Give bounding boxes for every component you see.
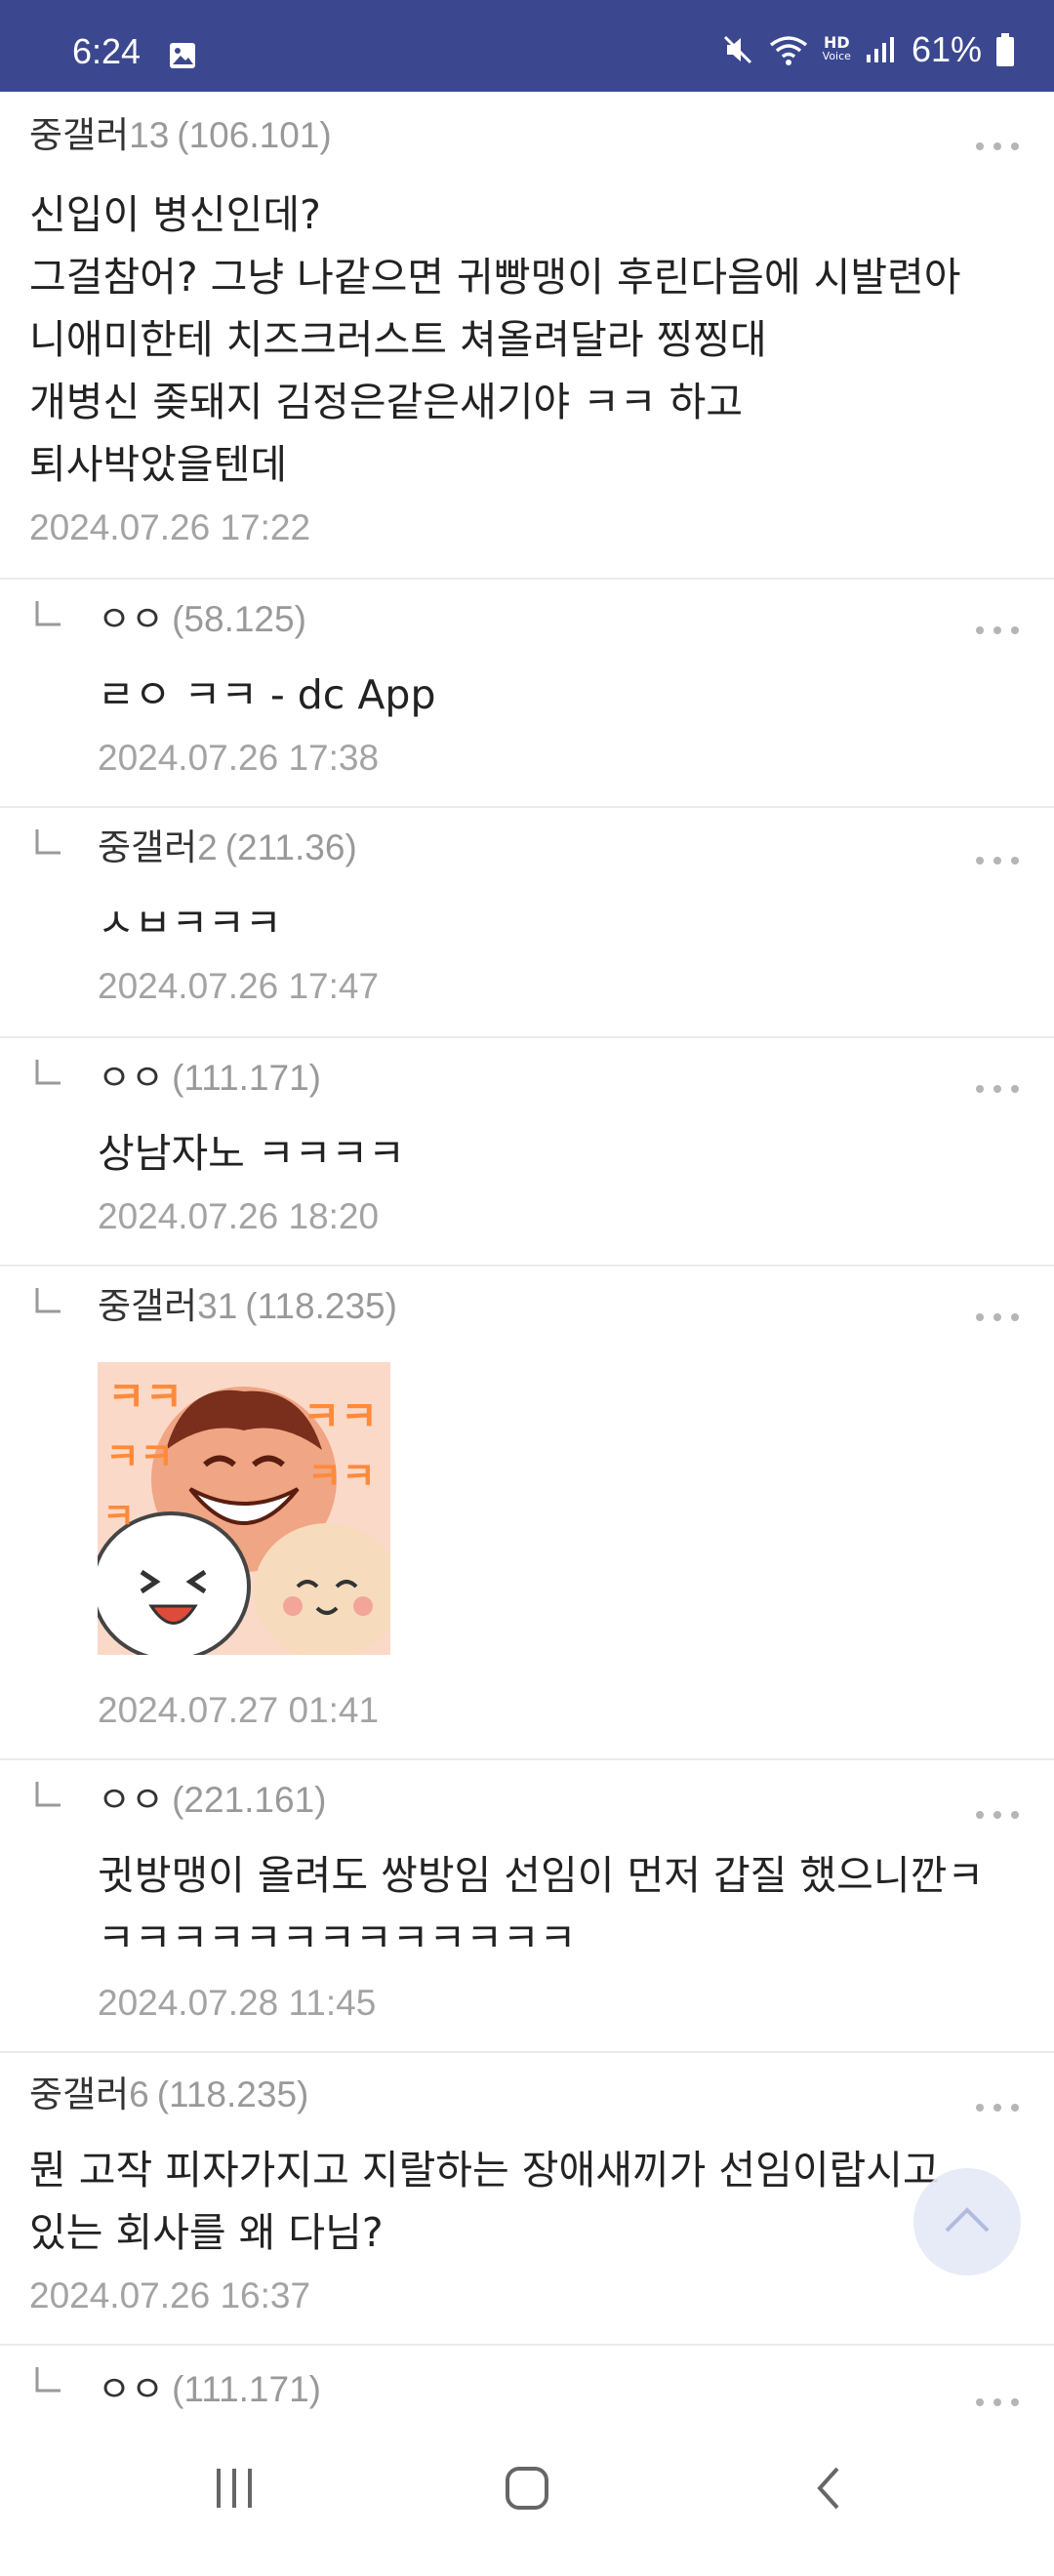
comment-meta: ㅇㅇ (111.171) [98,2367,321,2412]
laughing-emoticon-image[interactable]: ㅋㅋ ㅋㅋ ㅋ ㅋㅋ ㅋㅋ [98,1362,390,1655]
comment-date: 2024.07.26 16:37 [29,2275,311,2315]
more-options-icon[interactable] [974,2102,1021,2113]
wifi-icon [769,36,807,65]
more-options-icon[interactable] [974,141,1021,152]
more-options-icon[interactable] [974,1311,1021,1323]
comment-nick[interactable]: ㅇㅇ [98,599,164,639]
comment-meta: ㅇㅇ (111.171) [98,1056,321,1101]
comment-date: 2024.07.27 01:41 [98,1690,380,1730]
battery-icon [996,33,1014,66]
reply-item: ㅇㅇ (111.171) 상남자노 ㅋㅋㅋㅋ 2024.07.26 18:20 [0,1036,1054,1267]
comment-ip: (58.125) [172,599,306,639]
comment-date: 2024.07.26 17:22 [29,507,311,547]
comment-meta: 중갤러31 (118.235) [98,1284,397,1329]
comment-body: 뭔 고작 피자가지고 지랄하는 장애새끼가 선임이랍시고 있는 회사를 왜 다님… [29,2147,940,2256]
comment-item: 중갤러6 (118.235) 뭔 고작 피자가지고 지랄하는 장애새끼가 선임이랍… [0,2051,1054,2346]
comment-ip: (111.171) [172,1058,321,1098]
comment-nick-num: 6 [129,2074,149,2114]
reply-item: ㅇㅇ (221.161) 귓방맹이 올려도 쌍방임 선임이 먼저 갑질 했으니깐ㅋ… [0,1758,1054,2053]
reply-item: 중갤러31 (118.235) ㅋㅋ ㅋㅋ ㅋ ㅋㅋ ㅋㅋ 2024.07.27 … [0,1265,1054,1760]
mute-icon [723,35,751,64]
comment-meta: 중갤러13 (106.101) [29,113,332,158]
comment-date: 2024.07.26 17:47 [98,966,380,1006]
more-options-icon[interactable] [974,624,1021,636]
svg-text:ㅋㅋ: ㅋㅋ [307,1455,376,1498]
comment-nick[interactable]: ㅇㅇ [98,1058,164,1098]
comment-body: 상남자노 ㅋㅋㅋㅋ [98,1130,405,1177]
comment-date: 2024.07.26 17:38 [98,738,380,778]
home-icon[interactable] [504,2465,550,2512]
scroll-to-top-button[interactable] [913,2168,1021,2275]
reply-item: 중갤러2 (211.36) ㅅㅂㅋㅋㅋ 2024.07.26 17:47 [0,806,1054,1038]
comment-nick[interactable]: 중갤러 [29,115,129,155]
comment-nick[interactable]: 중갤러 [29,2074,129,2114]
comment-ip: (111.171) [172,2369,321,2409]
status-time: 6:24 [72,31,142,71]
svg-text:ㅋ: ㅋ [102,1497,135,1537]
comment-body: 신입이 병신인데? 그걸참어? 그냥 나같으면 귀빵맹이 후린다음에 시발련아 … [29,191,961,488]
comment-nick-num: 31 [197,1286,238,1326]
more-options-icon[interactable] [974,2396,1021,2408]
reply-item: ㅇㅇ (111.171) [0,2344,1054,2420]
voice-label: Voice [822,50,851,62]
battery-percent: 61% [911,29,982,69]
hd-label: HD [823,33,850,52]
comment-meta: ㅇㅇ (221.161) [98,1778,326,1823]
comment-nick[interactable]: 중갤러 [98,827,197,867]
comment-ip: (106.101) [177,115,332,155]
comment-body: 귓방맹이 올려도 쌍방임 선임이 먼저 갑질 했으니깐ㅋ ㅋㅋㅋㅋㅋㅋㅋㅋㅋㅋㅋ… [98,1852,985,1961]
hd-voice-icon: HD Voice [822,33,851,63]
more-options-icon[interactable] [974,1083,1021,1095]
reply-arrow-icon [35,829,61,855]
more-options-icon[interactable] [974,855,1021,866]
reply-arrow-icon [35,1782,61,1807]
reply-arrow-icon [35,2367,61,2393]
reply-item: ㅇㅇ (58.125) ㄹㅇ ㅋㅋ - dc App 2024.07.26 17:… [0,578,1054,808]
reply-arrow-icon [35,1288,61,1313]
status-bar: 6:24 HD Voice 61% [0,0,1054,92]
status-icons: HD Voice 61% [721,29,1015,70]
back-icon[interactable] [806,2465,853,2512]
comment-nick[interactable]: 중갤러 [98,1286,197,1326]
comment-ip: (221.161) [172,1780,327,1820]
comment-ip: (211.36) [224,827,357,867]
comment-meta: 중갤러6 (118.235) [29,2073,308,2117]
comment-nick[interactable]: ㅇㅇ [98,2369,164,2409]
comment-nick[interactable]: ㅇㅇ [98,1780,164,1820]
comment-date: 2024.07.28 11:45 [98,1983,377,2023]
reply-arrow-icon [35,601,61,626]
gallery-icon [170,43,195,68]
svg-text:ㅋㅋ: ㅋㅋ [105,1435,174,1478]
comment-nick-num: 13 [129,115,170,155]
system-nav-bar [0,2420,1054,2576]
comment-meta: 중갤러2 (211.36) [98,825,357,870]
comment-ip: (118.235) [156,2074,309,2114]
chevron-up-icon [945,2207,990,2233]
svg-text:ㅋㅋ: ㅋㅋ [107,1373,182,1421]
svg-text:ㅋㅋ: ㅋㅋ [303,1392,378,1440]
more-options-icon[interactable] [974,1809,1021,1821]
comment-date: 2024.07.26 18:20 [98,1196,380,1236]
comment-body: ㅅㅂㅋㅋㅋ [98,900,282,946]
comment-body: ㄹㅇ ㅋㅋ - dc App [98,671,436,718]
signal-icon [866,37,894,62]
comment-ip: (118.235) [245,1286,397,1326]
reply-arrow-icon [35,1060,61,1085]
comment-nick-num: 2 [197,827,218,867]
comment-item: 중갤러13 (106.101) 신입이 병신인데? 그걸참어? 그냥 나같으면 귀… [0,92,1054,580]
recent-apps-icon[interactable] [211,2465,258,2512]
comment-meta: ㅇㅇ (58.125) [98,597,306,642]
